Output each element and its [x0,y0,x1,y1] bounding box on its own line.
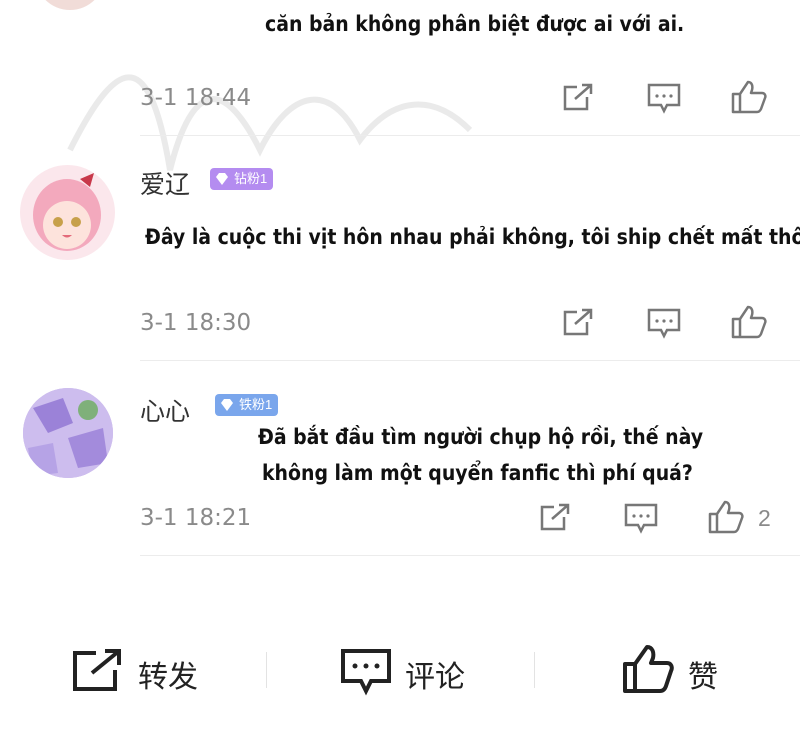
comment-time: 3-1 18:21 [140,505,252,531]
comment-icon[interactable] [624,503,658,535]
comment-icon[interactable] [340,648,392,696]
divider [140,360,800,361]
thumbs-up-icon[interactable] [708,500,744,534]
comment-text-line: Đã bắt đầu tìm người chụp hộ rồi, thế nà… [258,425,704,449]
diamond-icon [221,399,233,411]
fan-badge: 铁粉1 [215,394,279,416]
comment-button[interactable]: 评论 [405,652,465,696]
share-icon[interactable] [561,83,595,113]
fan-badge-label: 钻粉1 [234,171,268,186]
like-count: 2 [758,505,771,531]
diamond-icon [216,173,228,185]
fan-badge-label: 铁粉1 [239,397,273,412]
thumbs-up-icon[interactable] [731,80,767,114]
like-button[interactable]: 赞 [688,652,718,696]
divider [140,135,800,136]
bar-separator [266,652,267,688]
avatar[interactable] [23,388,113,478]
thumbs-up-icon[interactable] [622,644,674,694]
comment-text: căn bản không phân biệt được ai với ai. [265,12,685,36]
avatar[interactable] [20,165,115,260]
share-icon[interactable] [561,308,595,338]
repost-button[interactable]: 转发 [138,652,198,696]
thumbs-up-icon[interactable] [731,305,767,339]
divider [140,555,800,556]
username[interactable]: 心心 [140,392,190,428]
comment-icon[interactable] [647,83,681,115]
comment-time: 3-1 18:44 [140,85,252,111]
comment-time: 3-1 18:30 [140,310,252,336]
comment-icon[interactable] [647,308,681,340]
share-icon[interactable] [538,503,572,533]
share-icon[interactable] [70,648,124,694]
comment-text-line: không làm một quyển fanfic thì phí quá? [262,461,693,485]
comment-text: Đây là cuộc thi vịt hôn nhau phải không,… [145,225,800,249]
fan-badge: 钻粉1 [210,168,274,190]
username[interactable]: 爱辽 [140,165,190,201]
bar-separator [534,652,535,688]
avatar-partial[interactable] [35,0,105,10]
